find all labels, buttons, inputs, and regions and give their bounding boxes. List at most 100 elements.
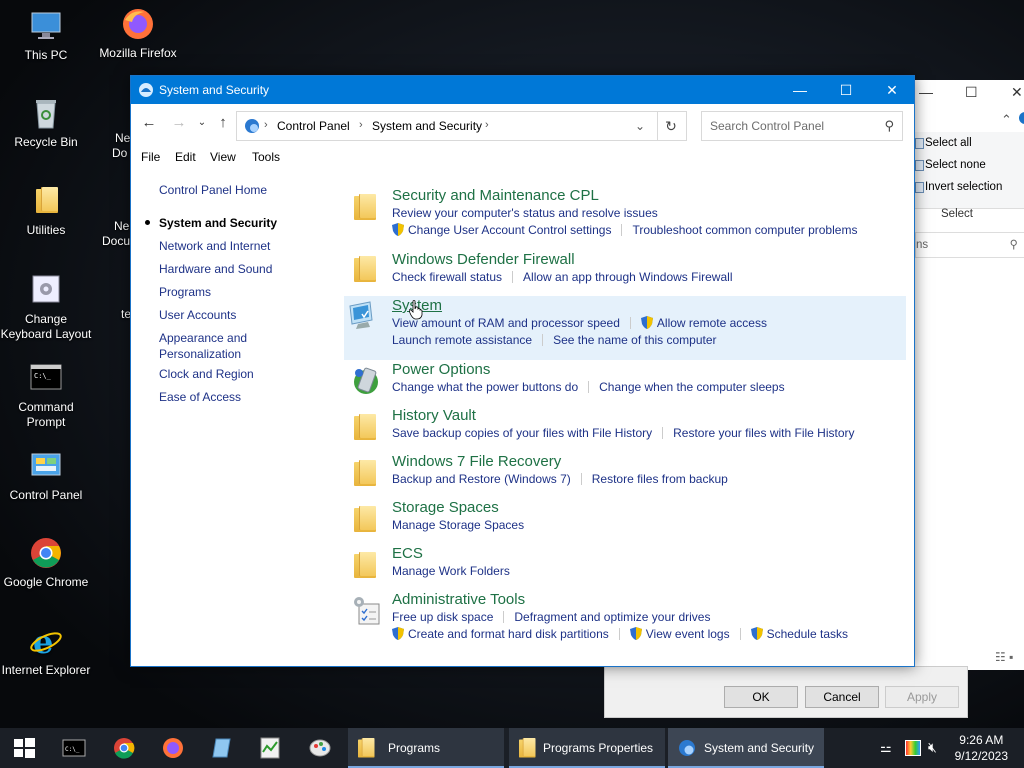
search-box[interactable]: ⚲ — [701, 111, 903, 141]
category-title[interactable]: Administrative Tools — [392, 590, 906, 609]
link-review-status[interactable]: Review your computer's status and resolv… — [392, 206, 658, 220]
nav-ease-of-access[interactable]: Ease of Access — [159, 389, 339, 412]
desktop-icon-google-chrome[interactable]: Google Chrome — [0, 535, 92, 590]
desktop-icon-control-panel[interactable]: Control Panel — [0, 448, 92, 503]
select-all-button[interactable]: Select all — [915, 132, 1024, 154]
nav-clock-and-region[interactable]: Clock and Region — [159, 366, 339, 389]
start-windows-icon[interactable] — [12, 736, 36, 760]
close-button[interactable]: ✕ — [869, 76, 915, 104]
category-title[interactable]: Storage Spaces — [392, 498, 906, 517]
cancel-button[interactable]: Cancel — [805, 686, 879, 708]
invert-selection-button[interactable]: Invert selection — [915, 176, 1024, 198]
link-launch-remote-assistance[interactable]: Launch remote assistance — [392, 333, 532, 347]
help-icon[interactable] — [1019, 112, 1024, 124]
system-clock[interactable]: 9:26 AM 9/12/2023 — [955, 732, 1008, 764]
apply-button[interactable]: Apply — [885, 686, 959, 708]
chevron-down-icon[interactable]: ⌄ — [635, 119, 645, 133]
task-manager-taskbar-icon[interactable] — [258, 736, 282, 760]
category-title-system[interactable]: System — [392, 296, 906, 315]
link-see-computer-name[interactable]: See the name of this computer — [553, 333, 716, 347]
category-title[interactable]: Windows 7 File Recovery — [392, 452, 906, 471]
chrome-taskbar-icon[interactable] — [112, 736, 136, 760]
nav-user-accounts[interactable]: User Accounts — [159, 307, 339, 330]
link-view-event-logs[interactable]: View event logs — [646, 627, 730, 641]
ok-button[interactable]: OK — [724, 686, 798, 708]
background-search-field[interactable]: ns ⚲ — [915, 232, 1024, 258]
category-title[interactable]: History Vault — [392, 406, 906, 425]
desktop-icon-internet-explorer[interactable]: e Internet Explorer — [0, 623, 92, 678]
minimize-icon[interactable]: — — [919, 84, 933, 100]
folder-icon — [519, 738, 536, 758]
link-schedule-tasks[interactable]: Schedule tasks — [767, 627, 848, 641]
breadcrumb-system-and-security[interactable]: System and Security — [372, 119, 482, 133]
link-restore-from-backup[interactable]: Restore files from backup — [592, 472, 728, 486]
category-title[interactable]: ECS — [392, 544, 906, 563]
chevron-up-icon[interactable]: ⌃ — [1001, 112, 1012, 128]
link-defragment-drives[interactable]: Defragment and optimize your drives — [514, 610, 710, 624]
category-title[interactable]: Security and Maintenance CPL — [392, 186, 906, 205]
link-allow-remote-access[interactable]: Allow remote access — [657, 316, 767, 330]
desktop-icon-change-keyboard-layout[interactable]: Change Keyboard Layout — [0, 272, 92, 342]
network-icon[interactable]: ⚍ — [880, 740, 892, 756]
category-title[interactable]: Windows Defender Firewall — [392, 250, 906, 269]
chevron-right-icon[interactable]: › — [485, 119, 489, 131]
back-arrow-icon[interactable]: ← — [138, 114, 160, 131]
breadcrumb-control-panel[interactable]: Control Panel — [277, 119, 350, 133]
maximize-icon[interactable]: ☐ — [965, 84, 978, 101]
link-format-disk-partitions[interactable]: Create and format hard disk partitions — [408, 627, 609, 641]
link-change-uac-settings[interactable]: Change User Account Control settings — [408, 223, 611, 237]
command-prompt-taskbar-icon[interactable]: C:\_ — [62, 736, 86, 760]
link-save-backup-copies[interactable]: Save backup copies of your files with Fi… — [392, 426, 652, 440]
forward-arrow-icon[interactable]: → — [168, 114, 190, 131]
menu-file[interactable]: File — [141, 150, 160, 164]
notepad-taskbar-icon[interactable] — [210, 736, 234, 760]
paint-taskbar-icon[interactable] — [308, 736, 332, 760]
nav-control-panel-home[interactable]: Control Panel Home — [159, 182, 339, 215]
minimize-button[interactable]: — — [777, 76, 823, 104]
menu-edit[interactable]: Edit — [175, 150, 196, 164]
category-title[interactable]: Power Options — [392, 360, 906, 379]
nav-appearance-and-personalization[interactable]: Appearance and Personalization — [159, 330, 269, 366]
link-restore-files[interactable]: Restore your files with File History — [673, 426, 854, 440]
maximize-button[interactable]: ☐ — [823, 76, 869, 104]
recent-locations-chevron-icon[interactable]: ⌄ — [191, 117, 213, 128]
link-allow-app-through-firewall[interactable]: Allow an app through Windows Firewall — [523, 270, 732, 284]
link-backup-and-restore[interactable]: Backup and Restore (Windows 7) — [392, 472, 571, 486]
nav-network-and-internet[interactable]: Network and Internet — [159, 238, 339, 261]
desktop-icon-firefox[interactable]: Mozilla Firefox — [92, 6, 184, 61]
link-view-ram-processor[interactable]: View amount of RAM and processor speed — [392, 316, 620, 330]
up-arrow-icon[interactable]: ↑ — [212, 114, 234, 131]
view-toggle-icon[interactable]: ☷ ▪ — [995, 650, 1013, 664]
select-none-button[interactable]: Select none — [915, 154, 1024, 176]
volume-muted-icon[interactable]: 🔇︎ — [928, 739, 937, 756]
menu-view[interactable]: View — [210, 150, 236, 164]
link-manage-work-folders[interactable]: Manage Work Folders — [392, 564, 510, 578]
nav-hardware-and-sound[interactable]: Hardware and Sound — [159, 261, 339, 284]
firefox-taskbar-icon[interactable] — [161, 736, 185, 760]
desktop-icon-this-pc[interactable]: This PC — [0, 8, 92, 63]
color-app-tray-icon[interactable] — [905, 740, 921, 756]
taskbar-app-programs-properties[interactable]: Programs Properties — [509, 728, 665, 768]
link-troubleshoot-problems[interactable]: Troubleshoot common computer problems — [632, 223, 857, 237]
close-icon[interactable]: ✕ — [1011, 84, 1023, 101]
chevron-right-icon[interactable]: › — [359, 119, 363, 131]
link-power-buttons[interactable]: Change what the power buttons do — [392, 380, 578, 394]
desktop-icon-utilities[interactable]: Utilities — [0, 183, 92, 238]
title-bar[interactable]: System and Security — ☐ ✕ — [131, 76, 914, 104]
taskbar-app-programs[interactable]: Programs — [348, 728, 504, 768]
link-free-up-disk-space[interactable]: Free up disk space — [392, 610, 493, 624]
refresh-button[interactable]: ↻ — [656, 111, 687, 141]
menu-tools[interactable]: Tools — [252, 150, 280, 164]
clock-date: 9/12/2023 — [954, 749, 1008, 763]
link-manage-storage-spaces[interactable]: Manage Storage Spaces — [392, 518, 524, 532]
link-check-firewall-status[interactable]: Check firewall status — [392, 270, 502, 284]
desktop-icon-recycle-bin[interactable]: Recycle Bin — [0, 95, 92, 150]
link-computer-sleeps[interactable]: Change when the computer sleeps — [599, 380, 784, 394]
address-bar[interactable]: › Control Panel › System and Security › … — [236, 111, 658, 141]
nav-programs[interactable]: Programs — [159, 284, 339, 307]
chevron-right-icon[interactable]: › — [264, 119, 268, 131]
desktop-icon-command-prompt[interactable]: C:\_ Command Prompt — [0, 360, 92, 430]
taskbar-app-system-and-security[interactable]: System and Security — [668, 728, 824, 768]
nav-system-and-security[interactable]: System and Security — [145, 215, 339, 238]
search-input[interactable] — [702, 112, 882, 140]
